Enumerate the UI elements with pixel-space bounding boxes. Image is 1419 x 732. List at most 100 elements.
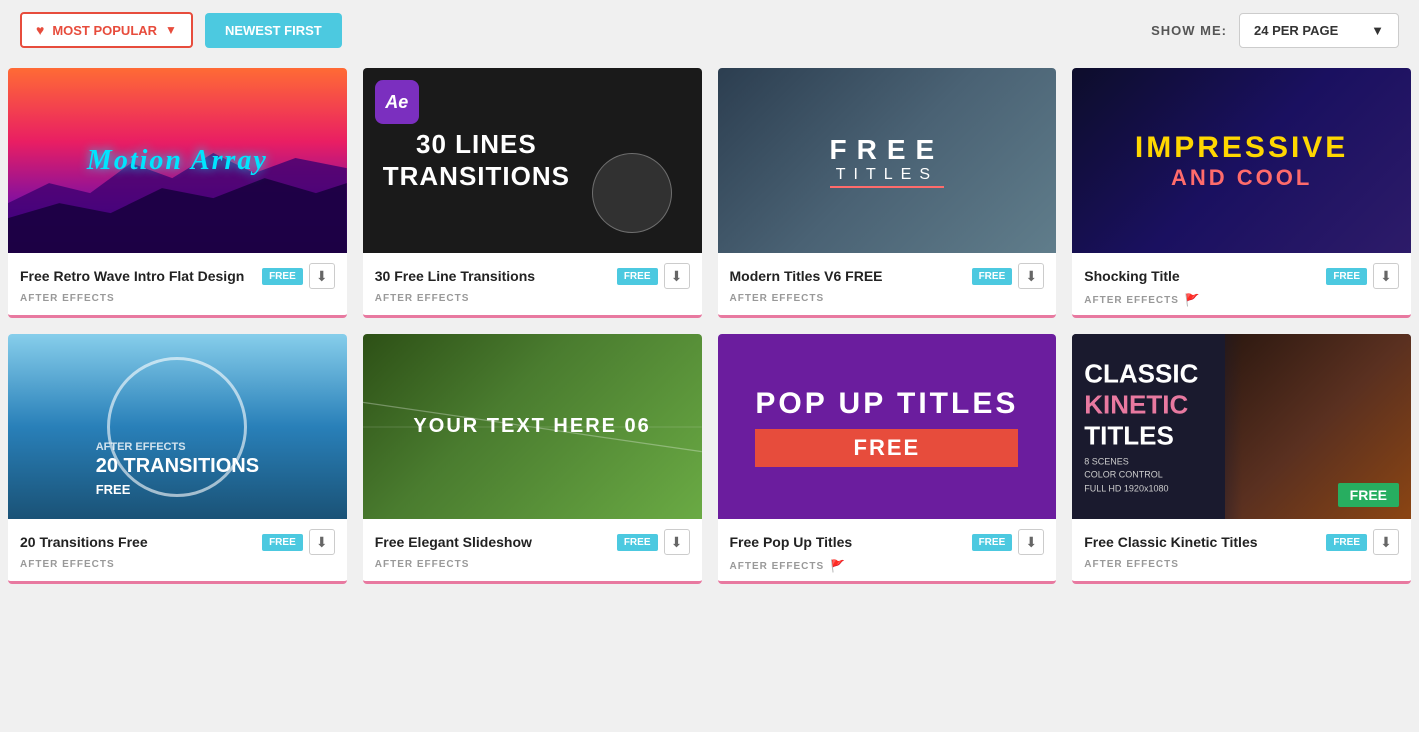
kinetic-free-badge: FREE: [1338, 483, 1399, 507]
card-1-free-badge: FREE: [262, 268, 303, 285]
card-6: YOUR TEXT HERE 06 Free Elegant Slideshow…: [363, 334, 702, 584]
card-1-category: AFTER EFFECTS: [20, 293, 335, 304]
transitions-20-text: After Effects 20 TRANSITIONS Free: [96, 434, 259, 499]
card-7-category: AFTER EFFECTS 🚩: [730, 559, 1045, 573]
flag-icon-7: 🚩: [830, 559, 845, 573]
card-2-download-button[interactable]: ⬇: [664, 263, 690, 289]
card-4-download-button[interactable]: ⬇: [1373, 263, 1399, 289]
ae-logo: Ae: [375, 80, 419, 124]
show-me-section: SHOW ME: 24 PER PAGE ▼: [1151, 13, 1399, 48]
card-8-cat-text: AFTER EFFECTS: [1084, 559, 1179, 570]
card-6-badges: FREE ⬇: [617, 529, 690, 555]
card-4-title: Shocking Title: [1084, 268, 1326, 284]
card-1-info: Free Retro Wave Intro Flat Design FREE ⬇…: [8, 253, 347, 312]
card-6-title: Free Elegant Slideshow: [375, 534, 617, 550]
popup-badge: FREE: [755, 429, 1018, 467]
card-2: Ae 30 LINESTRANSITIONS 30 Free Line Tran…: [363, 68, 702, 318]
card-3-title: Modern Titles V6 FREE: [730, 268, 972, 284]
card-1-badges: FREE ⬇: [262, 263, 335, 289]
modern-titles-text: FREE TITLES: [830, 134, 945, 188]
filter-dropdown[interactable]: ♥ MOST POPULAR ▼: [20, 12, 193, 48]
modern-titles-line2: TITLES: [830, 166, 945, 188]
card-6-cat-text: AFTER EFFECTS: [375, 559, 470, 570]
kinetic-classic: CLASSIC: [1084, 358, 1198, 389]
card-5-info: 20 Transitions Free FREE ⬇ AFTER EFFECTS: [8, 519, 347, 578]
line-transitions-text: 30 LINESTRANSITIONS: [363, 129, 590, 191]
show-me-label: SHOW ME:: [1151, 23, 1227, 38]
shocking-line1: IMPRESSIVE: [1135, 131, 1348, 165]
card-4: IMPRESSIVE AND COOL Shocking Title FREE …: [1072, 68, 1411, 318]
card-5-badges: FREE ⬇: [262, 529, 335, 555]
card-grid: Motion Array Free Retro Wave Intro Flat …: [0, 60, 1419, 612]
flag-icon-4: 🚩: [1185, 293, 1200, 307]
card-5-title: 20 Transitions Free: [20, 534, 262, 550]
card-7-title: Free Pop Up Titles: [730, 534, 972, 550]
card-7-download-button[interactable]: ⬇: [1018, 529, 1044, 555]
card-7-thumb[interactable]: POP UP TITLES FREE: [718, 334, 1057, 519]
card-8-thumb[interactable]: CLASSIC KINETIC TITLES 8 SCENESCOLOR CON…: [1072, 334, 1411, 519]
card-1-thumb[interactable]: Motion Array: [8, 68, 347, 253]
heart-icon: ♥: [36, 22, 44, 38]
card-6-free-badge: FREE: [617, 534, 658, 551]
modern-titles-line1: FREE: [830, 134, 945, 166]
kinetic-titles: TITLES: [1084, 420, 1198, 451]
card-3: FREE TITLES Modern Titles V6 FREE FREE ⬇…: [718, 68, 1057, 318]
kinetic-small-text: 8 SCENESCOLOR CONTROLFULL HD 1920x1080: [1084, 455, 1198, 496]
card-2-cat-text: AFTER EFFECTS: [375, 293, 470, 304]
card-7-free-badge: FREE: [972, 534, 1013, 551]
card-8-info: Free Classic Kinetic Titles FREE ⬇ AFTER…: [1072, 519, 1411, 578]
card-5-thumb[interactable]: After Effects 20 TRANSITIONS Free: [8, 334, 347, 519]
card-7: POP UP TITLES FREE Free Pop Up Titles FR…: [718, 334, 1057, 584]
newest-label: NEWEST FIRST: [225, 23, 322, 38]
chevron-down-icon: ▼: [1371, 23, 1384, 38]
card-3-info: Modern Titles V6 FREE FREE ⬇ AFTER EFFEC…: [718, 253, 1057, 312]
card-4-info: Shocking Title FREE ⬇ AFTER EFFECTS 🚩: [1072, 253, 1411, 315]
card-2-category: AFTER EFFECTS: [375, 293, 690, 304]
card-1-cat-text: AFTER EFFECTS: [20, 293, 115, 304]
toolbar: ♥ MOST POPULAR ▼ NEWEST FIRST SHOW ME: 2…: [0, 0, 1419, 60]
card-5-category: AFTER EFFECTS: [20, 559, 335, 570]
card-5-free-badge: FREE: [262, 534, 303, 551]
card-3-badges: FREE ⬇: [972, 263, 1045, 289]
card-1-title: Free Retro Wave Intro Flat Design: [20, 268, 262, 284]
card-3-category: AFTER EFFECTS: [730, 293, 1045, 304]
popup-line1: POP UP TITLES: [755, 387, 1018, 421]
card-5-cat-text: AFTER EFFECTS: [20, 559, 115, 570]
card-3-cat-text: AFTER EFFECTS: [730, 293, 825, 304]
popup-titles-content: POP UP TITLES FREE: [755, 387, 1018, 467]
card-2-title: 30 Free Line Transitions: [375, 268, 617, 284]
card-1: Motion Array Free Retro Wave Intro Flat …: [8, 68, 347, 318]
card-4-cat-text: AFTER EFFECTS: [1084, 295, 1179, 306]
card-4-thumb[interactable]: IMPRESSIVE AND COOL: [1072, 68, 1411, 253]
card-3-thumb[interactable]: FREE TITLES: [718, 68, 1057, 253]
card-7-info: Free Pop Up Titles FREE ⬇ AFTER EFFECTS …: [718, 519, 1057, 581]
card-4-free-badge: FREE: [1326, 268, 1367, 285]
chevron-down-icon: ▼: [165, 23, 177, 37]
card-2-free-badge: FREE: [617, 268, 658, 285]
card-8-title: Free Classic Kinetic Titles: [1084, 534, 1326, 550]
card-6-thumb[interactable]: YOUR TEXT HERE 06: [363, 334, 702, 519]
per-page-dropdown[interactable]: 24 PER PAGE ▼: [1239, 13, 1399, 48]
card-7-badges: FREE ⬇: [972, 529, 1045, 555]
shocking-line2: AND COOL: [1135, 165, 1348, 191]
shocking-title-text: IMPRESSIVE AND COOL: [1135, 131, 1348, 191]
filter-label: MOST POPULAR: [52, 23, 157, 38]
card-6-download-button[interactable]: ⬇: [664, 529, 690, 555]
card-2-info: 30 Free Line Transitions FREE ⬇ AFTER EF…: [363, 253, 702, 312]
card-3-download-button[interactable]: ⬇: [1018, 263, 1044, 289]
card-2-thumb[interactable]: Ae 30 LINESTRANSITIONS: [363, 68, 702, 253]
retro-wave-title-text: Motion Array: [87, 145, 268, 177]
card-7-cat-text: AFTER EFFECTS: [730, 561, 825, 572]
kinetic-kinetic: KINETIC: [1084, 389, 1198, 420]
card-8-download-button[interactable]: ⬇: [1373, 529, 1399, 555]
card-8: CLASSIC KINETIC TITLES 8 SCENESCOLOR CON…: [1072, 334, 1411, 584]
card-2-badges: FREE ⬇: [617, 263, 690, 289]
slideshow-text: YOUR TEXT HERE 06: [413, 415, 650, 438]
newest-button[interactable]: NEWEST FIRST: [205, 13, 342, 48]
card-6-category: AFTER EFFECTS: [375, 559, 690, 570]
card-5: After Effects 20 TRANSITIONS Free 20 Tra…: [8, 334, 347, 584]
card-5-download-button[interactable]: ⬇: [309, 529, 335, 555]
card-4-category: AFTER EFFECTS 🚩: [1084, 293, 1399, 307]
card-8-free-badge: FREE: [1326, 534, 1367, 551]
card-1-download-button[interactable]: ⬇: [309, 263, 335, 289]
